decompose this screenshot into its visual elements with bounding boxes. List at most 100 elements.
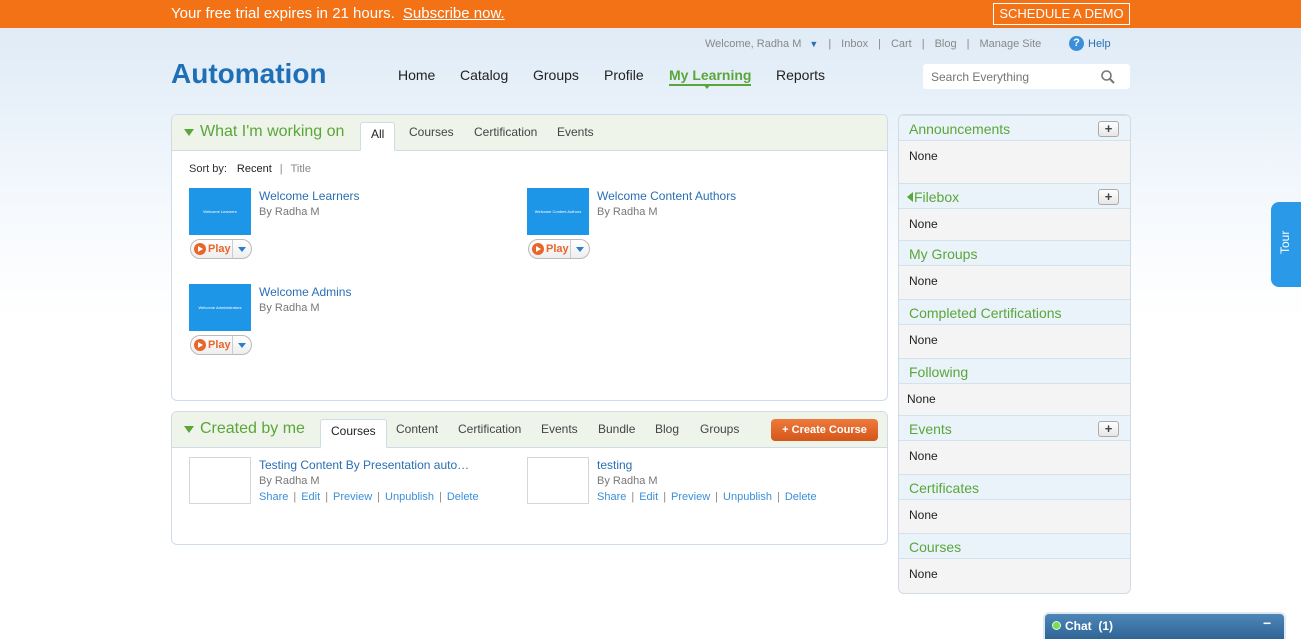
play-label: Play [208,339,231,351]
separator: | [325,491,329,503]
trial-message-text: Your free trial expires in 21 hours. [171,5,395,22]
tab-events[interactable]: Events [541,422,578,436]
cart-link[interactable]: Cart [891,38,912,50]
inbox-link[interactable]: Inbox [841,38,868,50]
working-on-header: What I'm working on All Courses Certific… [172,115,887,151]
nav-groups[interactable]: Groups [533,67,579,83]
item-title[interactable]: Welcome Learners [259,189,360,203]
utility-bar: Welcome, Radha M ▼ | Inbox | Cart | Blog… [705,38,1041,50]
course-thumbnail[interactable] [189,457,251,504]
sort-label: Sort by: [189,163,227,175]
sidebar-section-title[interactable]: Events [909,421,952,437]
unpublish-link[interactable]: Unpublish [723,491,772,503]
chevron-down-icon[interactable] [238,247,246,252]
item-author: By Radha M [259,475,320,487]
edit-link[interactable]: Edit [301,491,320,503]
separator: | [878,38,881,50]
sidebar-section-title[interactable]: Certificates [909,480,979,496]
tab-all[interactable]: All [360,122,396,151]
created-item: testing By Radha M Share | Edit | Preview | Un… [527,457,857,537]
item-title[interactable]: testing [597,458,632,472]
item-title[interactable]: Welcome Content Authors [597,189,736,203]
chevron-down-icon[interactable] [238,343,246,348]
separator: | [921,38,925,50]
search-icon[interactable] [1100,69,1116,85]
manage-site-link[interactable]: Manage Site [979,38,1041,50]
course-thumbnail[interactable]: Welcome Content Authors [527,188,589,235]
sidebar-section-title[interactable]: My Groups [909,246,977,262]
add-icon[interactable]: + [1098,421,1119,437]
tab-courses[interactable]: Courses [409,125,454,139]
tab-certification[interactable]: Certification [474,125,537,139]
collapse-icon [184,425,194,433]
tour-label: Tour [1278,230,1292,254]
add-icon[interactable]: + [1098,121,1119,137]
nav-catalog[interactable]: Catalog [460,67,508,83]
item-actions: Share | Edit | Preview | Unpublish | Delete [597,491,817,503]
chat-bar[interactable]: Chat (1) − [1043,612,1286,639]
trial-banner: Your free trial expires in 21 hours. Sub… [0,0,1301,28]
course-thumbnail[interactable]: Welcome Administrators [189,284,251,331]
chevron-down-icon[interactable] [576,247,584,252]
sidebar-section-title[interactable]: Courses [909,539,961,555]
welcome-user[interactable]: Welcome, Radha M [705,38,801,50]
nav-home[interactable]: Home [398,67,435,83]
edit-link[interactable]: Edit [639,491,658,503]
delete-link[interactable]: Delete [785,491,817,503]
created-by-me-title[interactable]: Created by me [184,420,305,438]
item-title[interactable]: Testing Content By Presentation auto… [259,458,469,472]
add-icon[interactable]: + [1098,189,1119,205]
tab-events[interactable]: Events [557,125,594,139]
play-button[interactable]: Play [190,239,252,259]
play-button[interactable]: Play [190,335,252,355]
separator: | [293,491,297,503]
caret-down-icon[interactable]: ▼ [809,39,818,49]
divider [232,240,233,258]
schedule-demo-button[interactable]: SCHEDULE A DEMO [993,3,1130,25]
sidebar-section-title[interactable]: Announcements [909,121,1010,137]
sidebar-section-header: Certificates [899,474,1130,500]
working-on-title[interactable]: What I'm working on [184,123,344,141]
tour-button[interactable]: Tour [1271,202,1301,287]
unpublish-link[interactable]: Unpublish [385,491,434,503]
tab-blog[interactable]: Blog [655,422,679,436]
sidebar-section-title[interactable]: Completed Certifications [909,305,1062,321]
play-icon [194,243,206,255]
search-input[interactable] [931,68,1091,85]
item-author: By Radha M [259,206,320,218]
sidebar-section-title[interactable]: Filebox [907,189,959,205]
created-by-me-panel: Created by me Courses Content Certificat… [171,411,888,545]
chat-title: Chat [1065,619,1092,633]
nav-reports[interactable]: Reports [776,67,825,83]
item-actions: Share | Edit | Preview | Unpublish | Delete [259,491,479,503]
tab-bundle[interactable]: Bundle [598,422,635,436]
preview-link[interactable]: Preview [671,491,710,503]
share-link[interactable]: Share [259,491,288,503]
help-link[interactable]: ? Help [1069,36,1111,51]
sidebar-section-header: Completed Certifications [899,299,1130,325]
sort-recent[interactable]: Recent [237,163,272,175]
course-thumbnail[interactable] [527,457,589,504]
divider [232,336,233,354]
sidebar: Announcements + None Filebox + None My G… [898,114,1131,594]
blog-link[interactable]: Blog [935,38,957,50]
tab-courses[interactable]: Courses [320,419,387,448]
item-title[interactable]: Welcome Admins [259,285,351,299]
sidebar-section-title[interactable]: Following [909,364,968,380]
minimize-icon[interactable]: − [1263,615,1271,631]
sidebar-section-body: None [909,217,938,231]
course-thumbnail[interactable]: Welcome Learners [189,188,251,235]
tab-groups[interactable]: Groups [700,422,739,436]
tab-certification[interactable]: Certification [458,422,521,436]
tab-content[interactable]: Content [396,422,438,436]
delete-link[interactable]: Delete [447,491,479,503]
sidebar-section-body: None [909,149,938,163]
create-course-button[interactable]: + Create Course [771,419,878,441]
preview-link[interactable]: Preview [333,491,372,503]
share-link[interactable]: Share [597,491,626,503]
subscribe-link[interactable]: Subscribe now. [403,5,505,22]
play-button[interactable]: Play [528,239,590,259]
nav-profile[interactable]: Profile [604,67,644,83]
sidebar-section-header: My Groups [899,240,1130,266]
sort-title[interactable]: Title [291,163,311,175]
